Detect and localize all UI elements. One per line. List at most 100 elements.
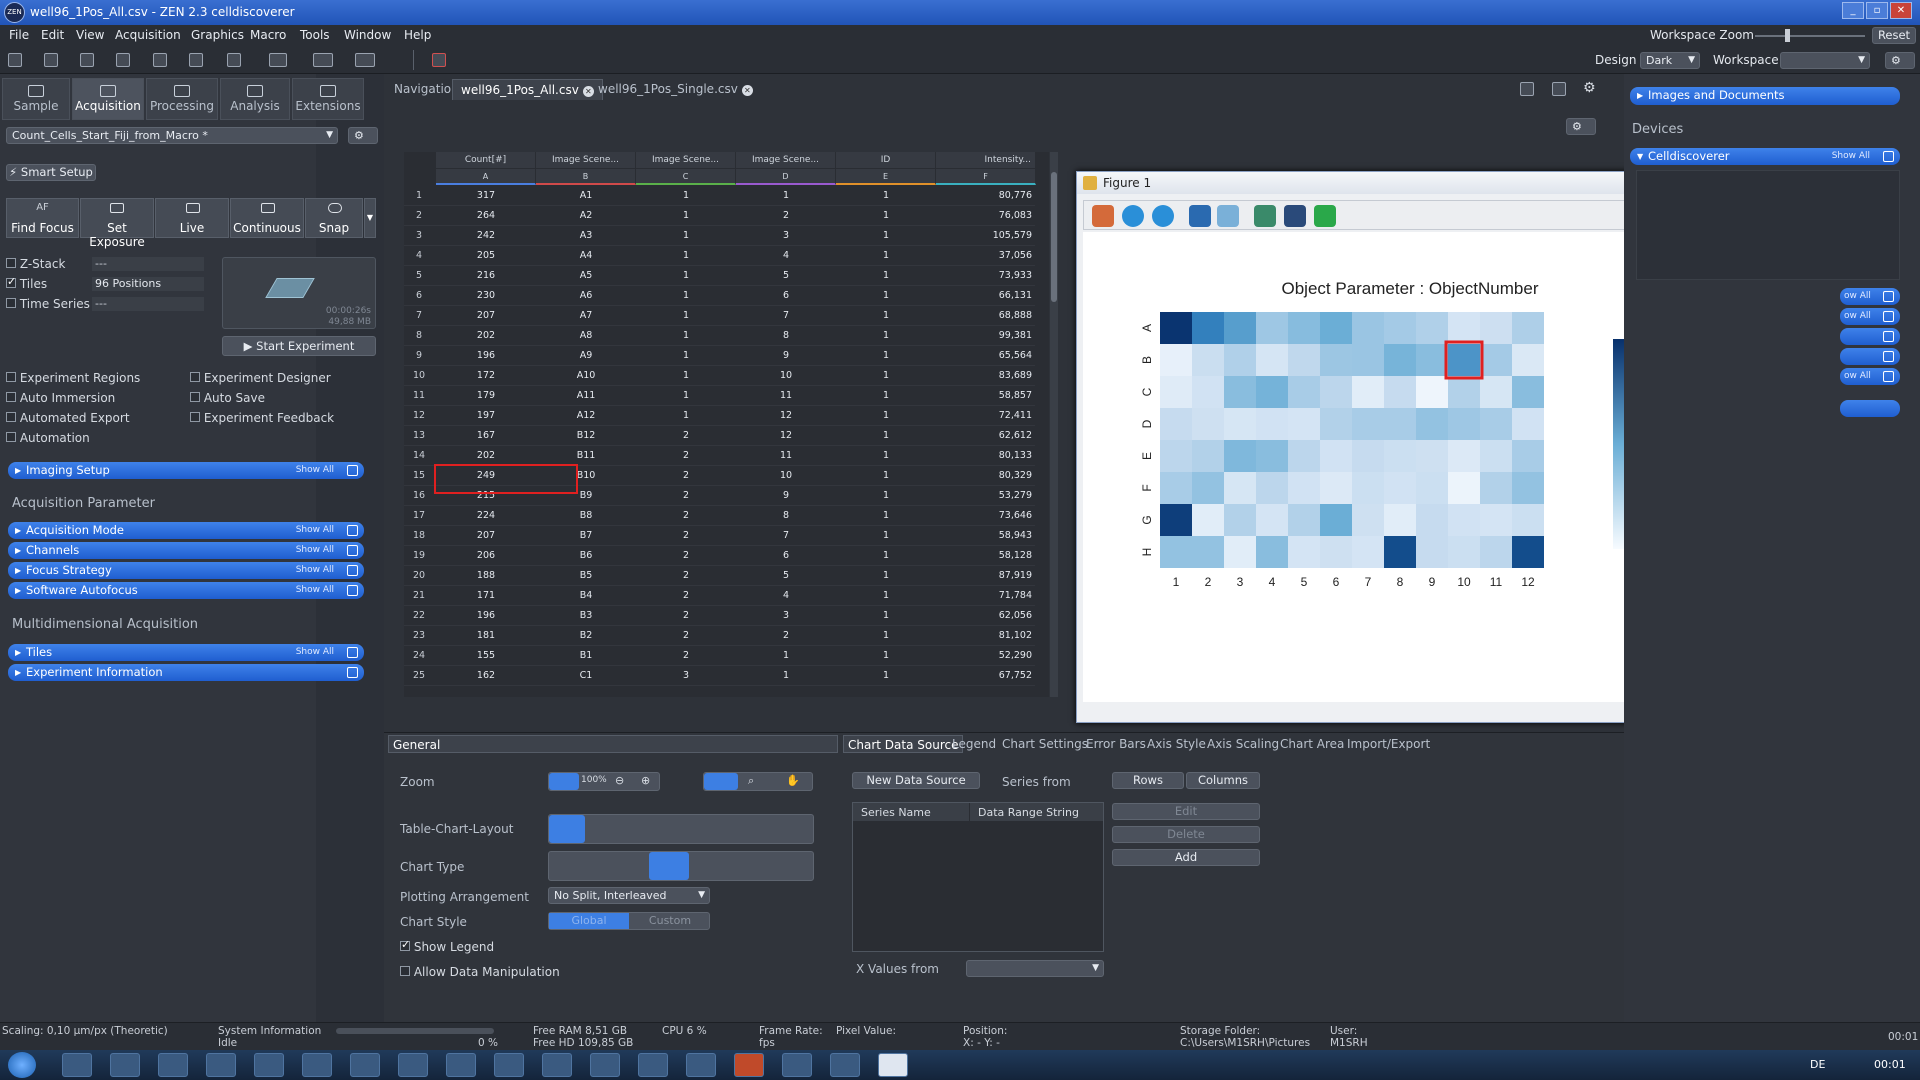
table-cell[interactable]: 202: [436, 446, 536, 466]
table-cell[interactable]: 1: [836, 586, 936, 606]
expand-icon[interactable]: [347, 647, 358, 658]
table-row[interactable]: 6 230 A6 1 6 1 66,131: [404, 286, 1035, 306]
column-header[interactable]: Intensity...: [936, 152, 1036, 168]
menu-macro[interactable]: Macro: [250, 28, 286, 42]
outlook-icon[interactable]: [398, 1053, 428, 1077]
checkbox[interactable]: [6, 392, 16, 402]
table-cell[interactable]: 105,579: [936, 226, 1036, 246]
table-cell[interactable]: 216: [436, 266, 536, 286]
snap-menu-button[interactable]: ▼: [364, 198, 376, 238]
show-all-toggle[interactable]: ow All: [1844, 308, 1871, 325]
table-cell[interactable]: 6: [736, 286, 836, 306]
experiment-options[interactable]: ⚙: [348, 127, 378, 144]
table-cell[interactable]: 12: [736, 406, 836, 426]
table-cell[interactable]: 1: [836, 366, 936, 386]
show-legend-checkbox[interactable]: ✓: [400, 938, 410, 951]
column-header[interactable]: Image Scene...: [736, 152, 836, 168]
focus-strategy-bar[interactable]: ▶ Focus Strategy Show All: [8, 562, 364, 579]
series-list[interactable]: Series Name Data Range String: [852, 802, 1104, 952]
split-view-icon[interactable]: [1552, 82, 1566, 96]
table-cell[interactable]: 1: [836, 486, 936, 506]
tab-axis-scaling[interactable]: Axis Scaling: [1203, 735, 1283, 753]
table-cell[interactable]: 172: [436, 366, 536, 386]
tab-chart-area[interactable]: Chart Area: [1276, 735, 1348, 753]
table-cell[interactable]: 4: [736, 246, 836, 266]
continuous-button[interactable]: Continuous: [230, 198, 304, 238]
tab-well96-all[interactable]: well96_1Pos_All.csv ✕: [452, 79, 603, 100]
table-cell[interactable]: 1: [836, 626, 936, 646]
delete-button[interactable]: Delete: [1112, 826, 1260, 843]
table-cell[interactable]: 1: [836, 546, 936, 566]
table-cell[interactable]: 196: [436, 346, 536, 366]
table-cell[interactable]: 2: [636, 566, 736, 586]
experiment-regions-option[interactable]: Experiment Regions: [6, 371, 140, 385]
table-cell[interactable]: 2: [636, 466, 736, 486]
timeseries-checkbox[interactable]: [6, 298, 16, 308]
table-row[interactable]: 5 216 A5 1 5 1 73,933: [404, 266, 1035, 286]
table-cell[interactable]: 2: [636, 646, 736, 666]
table-cell[interactable]: B8: [536, 506, 636, 526]
table-cell[interactable]: 1: [636, 206, 736, 226]
tab-general[interactable]: General: [388, 735, 838, 753]
expand-icon[interactable]: [347, 465, 358, 476]
layout-icon[interactable]: [313, 53, 333, 67]
experiment-feedback-option[interactable]: Experiment Feedback: [190, 411, 334, 425]
table-cell[interactable]: 179: [436, 386, 536, 406]
show-all-toggle[interactable]: Show All: [296, 462, 334, 479]
start-button-icon[interactable]: [8, 1052, 36, 1078]
design-dropdown[interactable]: Dark ▼: [1640, 52, 1700, 69]
table-cell[interactable]: 2: [636, 606, 736, 626]
table-row[interactable]: 22 196 B3 2 3 1 62,056: [404, 606, 1035, 626]
table-cell[interactable]: A2: [536, 206, 636, 226]
table-cell[interactable]: 1: [836, 186, 936, 206]
close-button[interactable]: ✕: [1890, 2, 1912, 19]
plotting-arrangement-dropdown[interactable]: No Split, Interleaved ▼: [548, 887, 710, 904]
table-cell[interactable]: 2: [636, 626, 736, 646]
menu-help[interactable]: Help: [404, 28, 431, 42]
table-cell[interactable]: 3: [736, 226, 836, 246]
visual-studio-icon[interactable]: [446, 1053, 476, 1077]
table-cell[interactable]: 1: [636, 386, 736, 406]
table-cell[interactable]: 196: [436, 606, 536, 626]
table-cell[interactable]: 1: [636, 246, 736, 266]
table-cell[interactable]: 1: [636, 186, 736, 206]
table-cell[interactable]: B11: [536, 446, 636, 466]
tab-processing[interactable]: Processing: [146, 78, 218, 120]
smart-setup-button[interactable]: ⚡ Smart Setup: [6, 164, 96, 181]
tab-chart-data-source[interactable]: Chart Data Source: [843, 735, 964, 753]
table-cell[interactable]: B1: [536, 646, 636, 666]
table-cell[interactable]: 2: [636, 546, 736, 566]
device-bar-2[interactable]: ow All: [1840, 308, 1900, 325]
save-figure-icon[interactable]: [1284, 205, 1306, 227]
table-cell[interactable]: 242: [436, 226, 536, 246]
table-cell[interactable]: 8: [736, 326, 836, 346]
table-cell[interactable]: A11: [536, 386, 636, 406]
table-cell[interactable]: 2: [636, 526, 736, 546]
table-row[interactable]: 9 196 A9 1 9 1 65,564: [404, 346, 1035, 366]
table-row[interactable]: 25 162 C1 3 1 1 67,752: [404, 666, 1035, 686]
taskbar-app-icon[interactable]: [302, 1053, 332, 1077]
expand-icon[interactable]: [347, 525, 358, 536]
home-icon[interactable]: [1092, 205, 1114, 227]
check-icon[interactable]: [1314, 205, 1336, 227]
explorer-icon[interactable]: [62, 1053, 92, 1077]
acquisition-mode-bar[interactable]: ▶ Acquisition Mode Show All: [8, 522, 364, 539]
table-cell[interactable]: A3: [536, 226, 636, 246]
table-cell[interactable]: 317: [436, 186, 536, 206]
experiment-dropdown[interactable]: Count_Cells_Start_Fiji_from_Macro * ▼: [6, 127, 338, 144]
table-cell[interactable]: A8: [536, 326, 636, 346]
table-cell[interactable]: 207: [436, 306, 536, 326]
automated-export-option[interactable]: Automated Export: [6, 411, 130, 425]
table-row[interactable]: 10 172 A10 1 10 1 83,689: [404, 366, 1035, 386]
table-row[interactable]: 8 202 A8 1 8 1 99,381: [404, 326, 1035, 346]
powerpoint-icon[interactable]: [734, 1053, 764, 1077]
tab-well96-single[interactable]: well96_1Pos_Single.csv ✕: [590, 79, 761, 100]
show-all-toggle[interactable]: ow All: [1844, 368, 1871, 385]
zoom-icon[interactable]: [1217, 205, 1239, 227]
table-row[interactable]: 18 207 B7 2 7 1 58,943: [404, 526, 1035, 546]
expand-icon[interactable]: [1883, 331, 1894, 342]
gear-icon[interactable]: ⚙: [1583, 80, 1596, 96]
table-cell[interactable]: 205: [436, 246, 536, 266]
table-cell[interactable]: 99,381: [936, 326, 1036, 346]
show-all-toggle[interactable]: Show All: [296, 644, 334, 661]
